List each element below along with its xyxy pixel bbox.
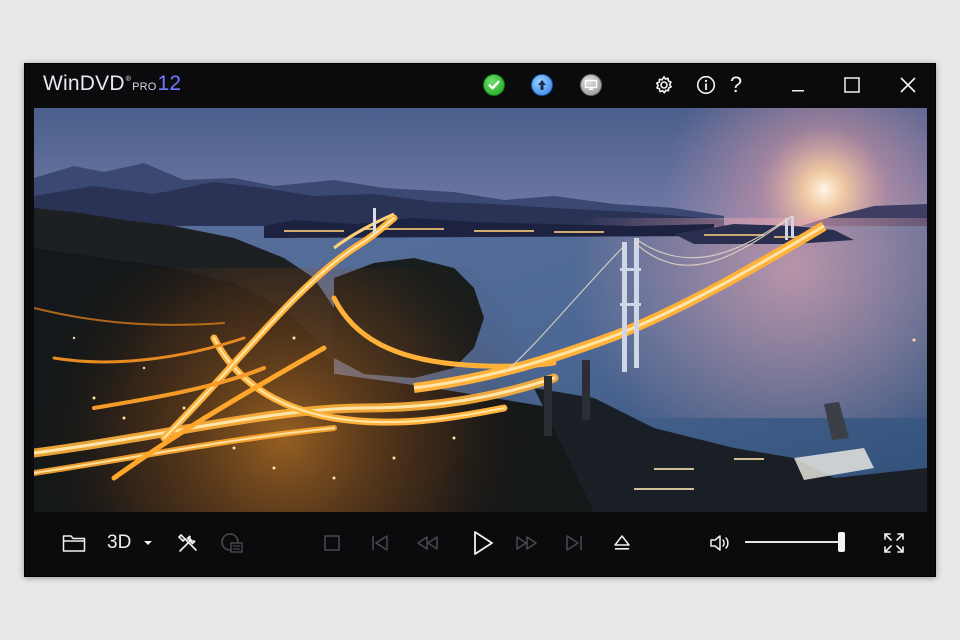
chevron-down-icon bbox=[144, 541, 153, 545]
video-frame-image bbox=[34, 108, 927, 512]
folder-icon bbox=[62, 535, 86, 552]
open-folder-button[interactable] bbox=[59, 528, 89, 558]
skip-back-icon bbox=[372, 535, 388, 551]
app-version: 12 bbox=[157, 72, 182, 95]
stop-button[interactable] bbox=[317, 528, 347, 558]
eject-button[interactable] bbox=[607, 528, 637, 558]
title-bar[interactable]: WinDVD ® PRO 12 ? bbox=[25, 64, 935, 108]
gear-icon bbox=[655, 76, 672, 94]
volume-button[interactable] bbox=[705, 528, 735, 558]
minimize-icon bbox=[792, 90, 804, 92]
play-icon bbox=[474, 531, 493, 555]
info-button[interactable] bbox=[691, 70, 721, 100]
3d-mode-label: 3D bbox=[107, 532, 132, 553]
fullscreen-button[interactable] bbox=[879, 528, 909, 558]
close-icon bbox=[900, 77, 916, 93]
tools-icon bbox=[177, 533, 197, 552]
minimize-button[interactable] bbox=[783, 70, 813, 100]
rewind-icon bbox=[417, 536, 438, 550]
check-circle-icon[interactable] bbox=[483, 74, 505, 96]
rewind-button[interactable] bbox=[413, 528, 443, 558]
play-button[interactable] bbox=[467, 528, 499, 558]
close-button[interactable] bbox=[893, 70, 923, 100]
display-mode-button[interactable] bbox=[217, 528, 247, 558]
settings-button[interactable] bbox=[649, 70, 679, 100]
stop-icon bbox=[324, 535, 340, 551]
fast-forward-icon bbox=[516, 536, 537, 550]
maximize-button[interactable] bbox=[837, 70, 867, 100]
control-bar: 3D bbox=[25, 512, 935, 576]
display-circle-icon[interactable] bbox=[580, 74, 602, 96]
fullscreen-icon bbox=[884, 533, 904, 553]
info-icon bbox=[696, 75, 716, 95]
skip-forward-icon bbox=[566, 535, 582, 551]
registered-mark: ® bbox=[125, 76, 132, 83]
app-logo: WinDVD ® PRO 12 bbox=[43, 72, 181, 96]
3d-mode-button[interactable]: 3D bbox=[107, 528, 157, 558]
windvd-window: WinDVD ® PRO 12 ? 3D bbox=[24, 63, 936, 577]
upload-circle-icon[interactable] bbox=[531, 74, 553, 96]
app-edition: PRO bbox=[132, 81, 157, 93]
display-mode-icon bbox=[221, 533, 243, 553]
speaker-icon bbox=[710, 535, 729, 551]
next-chapter-button[interactable] bbox=[559, 528, 589, 558]
video-display[interactable] bbox=[34, 108, 927, 512]
tools-button[interactable] bbox=[173, 528, 203, 558]
volume-slider-thumb[interactable] bbox=[838, 532, 845, 552]
help-button[interactable]: ? bbox=[721, 70, 751, 100]
volume-slider-track[interactable] bbox=[745, 541, 845, 543]
fast-forward-button[interactable] bbox=[511, 528, 541, 558]
previous-chapter-button[interactable] bbox=[365, 528, 395, 558]
eject-icon bbox=[614, 535, 630, 550]
app-name: WinDVD bbox=[43, 72, 125, 95]
maximize-icon bbox=[844, 77, 860, 93]
